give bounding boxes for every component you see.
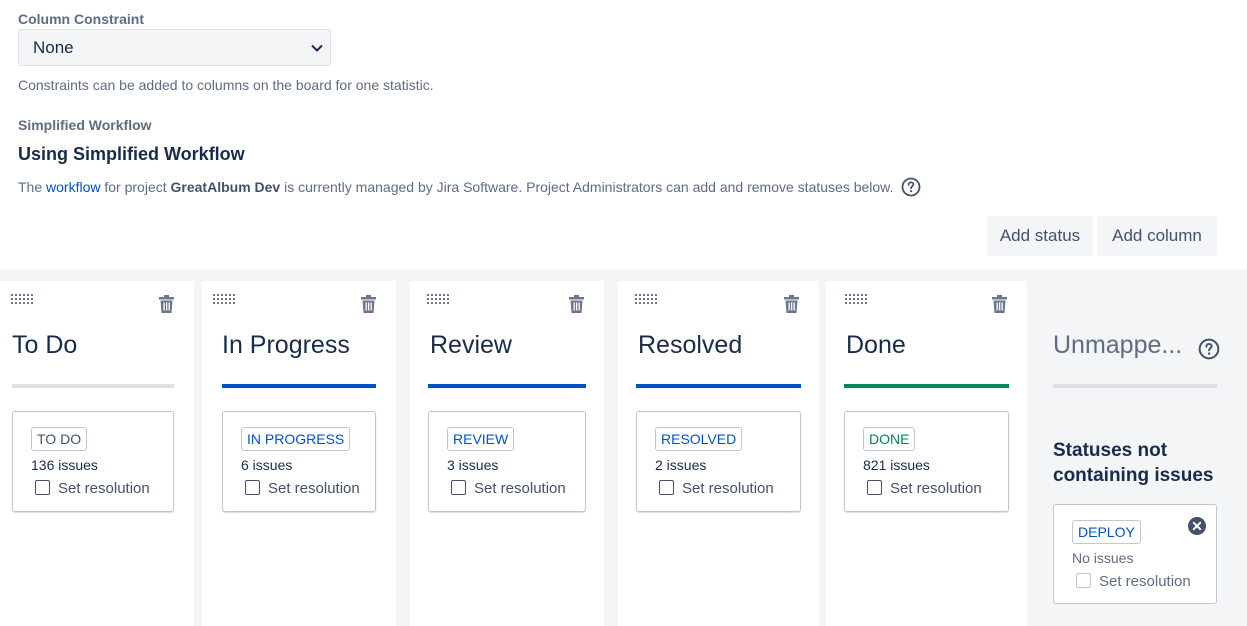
desc-suffix: is currently managed by Jira Software. P… [280, 179, 894, 195]
desc-mid: for project [100, 179, 171, 195]
project-name: GreatAlbum Dev [170, 179, 281, 195]
unmapped-column-bar [1053, 384, 1217, 388]
drag-handle-icon[interactable] [845, 294, 869, 306]
question-circle-icon[interactable] [901, 177, 921, 197]
desc-prefix: The [18, 179, 47, 195]
workflow-link[interactable]: workflow [46, 179, 100, 195]
column-title[interactable]: In Progress [222, 331, 350, 360]
trash-icon[interactable] [784, 295, 799, 313]
status-lozenge: DONE [863, 427, 916, 451]
status-card[interactable]: DONE 821 issues Set resolution [844, 411, 1009, 512]
issue-count: 821 issues [863, 457, 930, 473]
status-lozenge: IN PROGRESS [241, 427, 351, 451]
status-lozenge: DEPLOY [1072, 520, 1141, 544]
checkbox[interactable] [451, 480, 466, 495]
checkbox [1076, 573, 1091, 588]
issue-count: 136 issues [31, 457, 98, 473]
unmapped-status-card[interactable]: DEPLOY No issues Set resolution [1053, 504, 1217, 604]
status-lozenge: REVIEW [447, 427, 515, 451]
unmapped-subtitle: Statuses not containing issues [1053, 440, 1214, 486]
column-title[interactable]: To Do [12, 331, 77, 360]
status-card[interactable]: RESOLVED 2 issues Set resolution [636, 411, 801, 512]
status-card[interactable]: TO DO 136 issues Set resolution [12, 411, 174, 512]
checkbox[interactable] [35, 480, 50, 495]
set-resolution-checkbox[interactable]: Set resolution [451, 480, 566, 497]
column-constraint-label: Column Constraint [18, 11, 144, 27]
set-resolution-checkbox: Set resolution [1076, 573, 1191, 590]
drag-handle-icon[interactable] [213, 294, 237, 306]
issue-count: 2 issues [655, 457, 707, 473]
board-column[interactable]: Review REVIEW 3 issues Set resolution [410, 281, 604, 626]
set-resolution-checkbox[interactable]: Set resolution [867, 480, 982, 497]
column-status-bar [428, 384, 586, 388]
status-lozenge: RESOLVED [655, 427, 743, 451]
set-resolution-checkbox[interactable]: Set resolution [659, 480, 774, 497]
issue-count: 6 issues [241, 457, 293, 473]
unmapped-statuses-column: Unmappe... Statuses not containing issue… [1029, 281, 1247, 626]
column-status-bar [222, 384, 376, 388]
close-circle-icon[interactable] [1188, 517, 1206, 535]
column-status-bar [636, 384, 801, 388]
status-lozenge: TO DO [31, 427, 88, 451]
issue-count: 3 issues [447, 457, 499, 473]
set-resolution-label: Set resolution [682, 480, 774, 497]
drag-handle-icon[interactable] [11, 294, 35, 306]
board-column[interactable]: Done DONE 821 issues Set resolution [826, 281, 1027, 626]
column-title[interactable]: Done [846, 331, 906, 360]
chevron-down-icon [311, 44, 323, 52]
checkbox[interactable] [659, 480, 674, 495]
simplified-workflow-label: Simplified Workflow [18, 117, 152, 133]
column-constraint-select[interactable]: None [18, 29, 331, 66]
issue-count: No issues [1072, 550, 1134, 566]
board-column[interactable]: To Do TO DO 136 issues Set resolution [0, 281, 194, 626]
set-resolution-label: Set resolution [58, 480, 150, 497]
board-column[interactable]: In Progress IN PROGRESS 6 issues Set res… [202, 281, 396, 626]
set-resolution-label: Set resolution [268, 480, 360, 497]
column-status-bar [844, 384, 1009, 388]
add-column-button[interactable]: Add column [1097, 216, 1217, 256]
column-title[interactable]: Review [430, 331, 512, 360]
simplified-workflow-title: Using Simplified Workflow [18, 144, 245, 164]
trash-icon[interactable] [159, 295, 174, 313]
question-circle-icon[interactable] [1198, 338, 1220, 360]
column-status-bar [12, 384, 174, 388]
add-status-button[interactable]: Add status [987, 216, 1093, 256]
columns-board: To Do TO DO 136 issues Set resolution In… [0, 269, 1247, 626]
column-constraint-value: None [33, 38, 74, 57]
set-resolution-label: Set resolution [474, 480, 566, 497]
simplified-workflow-description: The workflow for project GreatAlbum Dev … [18, 177, 921, 197]
column-constraint-help: Constraints can be added to columns on t… [18, 77, 434, 93]
checkbox[interactable] [245, 480, 260, 495]
set-resolution-label: Set resolution [890, 480, 982, 497]
checkbox[interactable] [867, 480, 882, 495]
board-column[interactable]: Resolved RESOLVED 2 issues Set resolutio… [618, 281, 819, 626]
drag-handle-icon[interactable] [635, 294, 659, 306]
set-resolution-checkbox[interactable]: Set resolution [245, 480, 360, 497]
drag-handle-icon[interactable] [427, 294, 451, 306]
trash-icon[interactable] [992, 295, 1007, 313]
set-resolution-label: Set resolution [1099, 573, 1191, 590]
set-resolution-checkbox[interactable]: Set resolution [35, 480, 150, 497]
status-card[interactable]: IN PROGRESS 6 issues Set resolution [222, 411, 376, 512]
status-card[interactable]: REVIEW 3 issues Set resolution [428, 411, 586, 512]
trash-icon[interactable] [361, 295, 376, 313]
unmapped-column-title: Unmappe... [1053, 331, 1183, 359]
column-title[interactable]: Resolved [638, 331, 742, 360]
trash-icon[interactable] [569, 295, 584, 313]
